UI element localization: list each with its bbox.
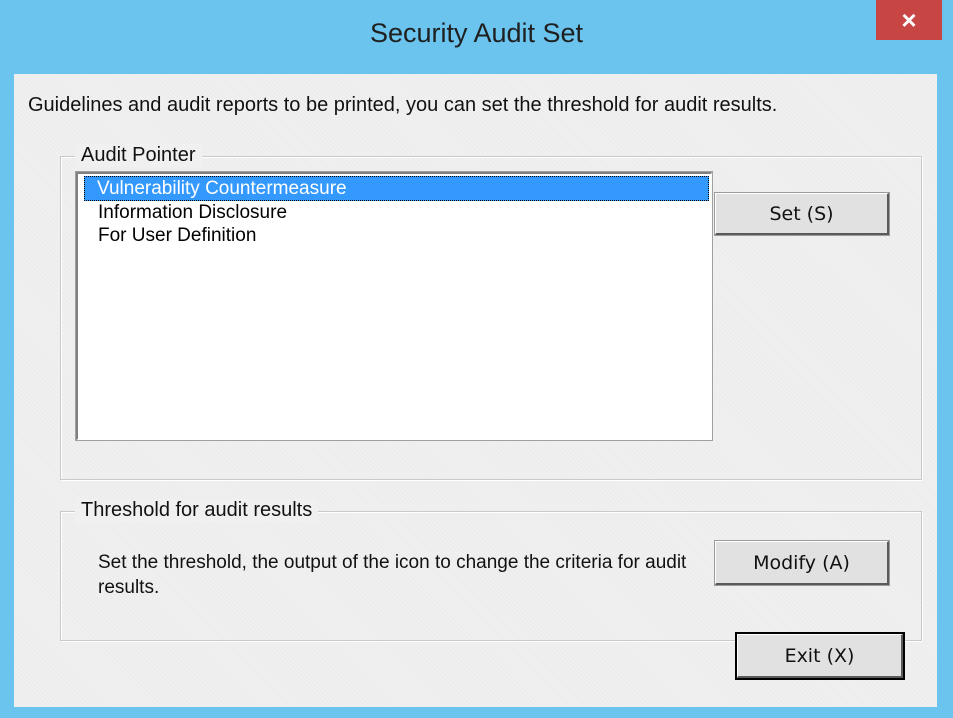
modify-button-label: Modify (A) bbox=[753, 551, 850, 574]
exit-button-label: Exit (X) bbox=[784, 644, 855, 667]
threshold-legend: Threshold for audit results bbox=[75, 499, 319, 522]
intro-text: Guidelines and audit reports to be print… bbox=[28, 94, 778, 116]
exit-button[interactable]: Exit (X) bbox=[735, 632, 905, 680]
set-button[interactable]: Set (S) bbox=[714, 192, 890, 236]
list-item[interactable]: Vulnerability Countermeasure bbox=[84, 176, 709, 201]
list-item[interactable]: Information Disclosure bbox=[78, 201, 711, 224]
dialog-window: Security Audit Set × Guidelines and audi… bbox=[0, 0, 953, 718]
close-button[interactable]: × bbox=[876, 0, 942, 40]
audit-pointer-legend: Audit Pointer bbox=[75, 144, 202, 167]
audit-pointer-listbox[interactable]: Vulnerability Countermeasure Information… bbox=[75, 171, 713, 441]
dialog-body: Guidelines and audit reports to be print… bbox=[14, 74, 937, 707]
threshold-description: Set the threshold, the output of the ico… bbox=[98, 552, 687, 598]
set-button-label: Set (S) bbox=[769, 202, 834, 225]
modify-button[interactable]: Modify (A) bbox=[714, 540, 890, 586]
list-item[interactable]: For User Definition bbox=[78, 224, 711, 247]
title-bar[interactable]: Security Audit Set × bbox=[0, 0, 953, 74]
close-icon: × bbox=[901, 4, 917, 35]
window-title: Security Audit Set bbox=[369, 18, 584, 48]
